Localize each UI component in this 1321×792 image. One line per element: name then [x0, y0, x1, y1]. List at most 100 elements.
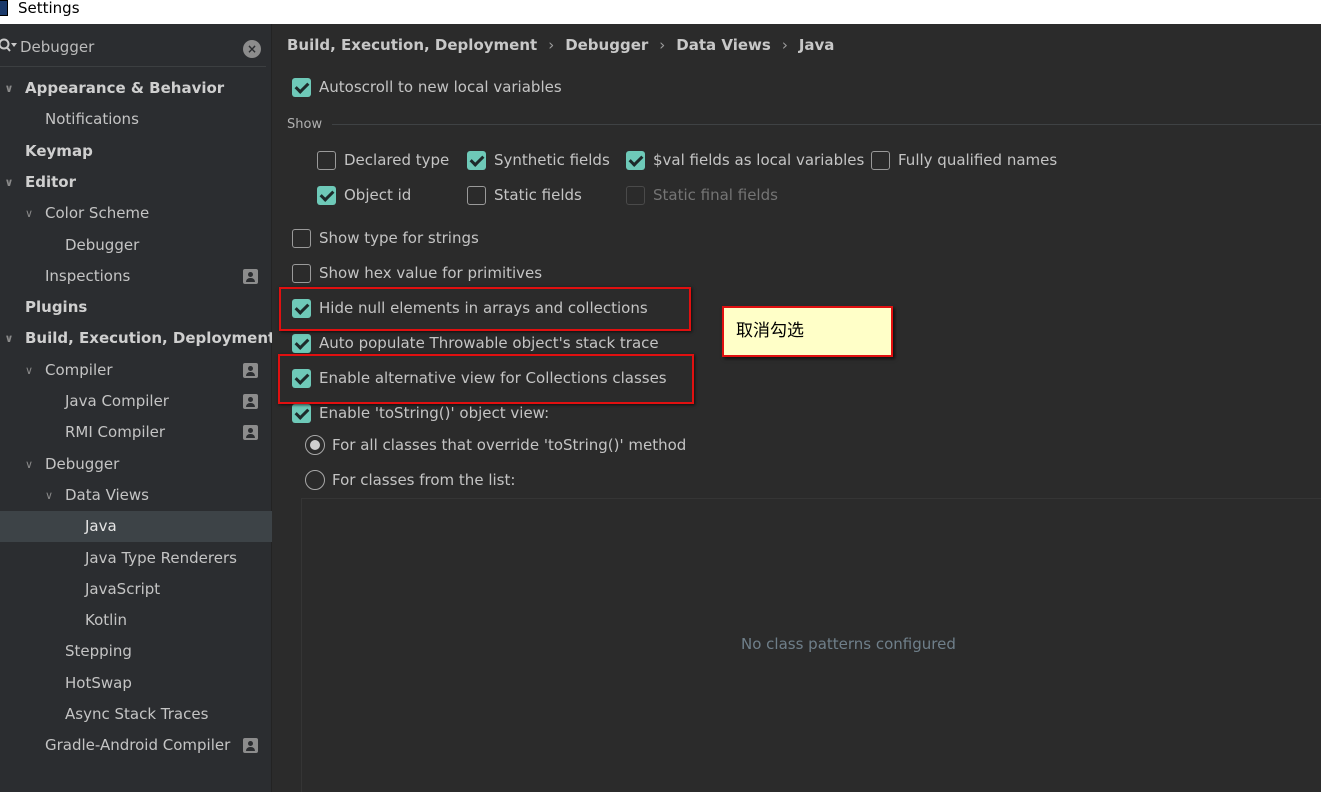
annotation-note: 取消勾选 — [722, 306, 893, 357]
sidebar-item-hotswap[interactable]: HotSwap — [0, 668, 272, 699]
chevron-down-icon[interactable]: ∨ — [2, 323, 16, 354]
breadcrumb-item[interactable]: Build, Execution, Deployment — [287, 36, 537, 54]
sidebar-item-keymap[interactable]: Keymap — [0, 136, 272, 167]
type-for-strings-checkbox[interactable] — [292, 229, 311, 248]
sidebar-item-label: Java Type Renderers — [85, 548, 237, 567]
sidebar-item-label: Gradle-Android Compiler — [45, 736, 231, 755]
auto-populate-checkbox[interactable] — [292, 334, 311, 353]
clear-search-icon[interactable]: × — [243, 40, 261, 58]
val-fields-checkbox[interactable] — [626, 151, 645, 170]
sidebar-item-java-type-renderers[interactable]: Java Type Renderers — [0, 543, 272, 574]
search-icon[interactable] — [0, 38, 18, 54]
chevron-down-icon[interactable]: ∨ — [2, 167, 16, 198]
sidebar-item-label: Async Stack Traces — [65, 705, 209, 723]
sidebar-item-label: Java — [85, 517, 117, 536]
class-patterns-empty-text: No class patterns configured — [741, 635, 956, 653]
project-profile-icon — [243, 738, 258, 754]
sidebar-item-rmi-compiler[interactable]: RMI Compiler — [0, 417, 272, 448]
chevron-down-icon[interactable]: ∨ — [42, 480, 56, 511]
sidebar-item-data-views[interactable]: ∨ Data Views — [0, 480, 272, 511]
settings-main-panel: Build, Execution, Deployment › Debugger › Da… — [272, 24, 1321, 792]
autoscroll-label: Autoscroll to new local variables — [319, 78, 562, 96]
fully-qualified-checkbox[interactable] — [871, 151, 890, 170]
sidebar-item-label: Debugger — [65, 235, 140, 254]
search-divider — [0, 66, 266, 67]
sidebar-item-compiler[interactable]: ∨ Compiler — [0, 355, 272, 386]
hex-value-checkbox[interactable] — [292, 264, 311, 283]
sidebar-item-label: RMI Compiler — [65, 423, 166, 442]
synthetic-fields-checkbox[interactable] — [467, 151, 486, 170]
annotation-box-hide-null — [279, 287, 691, 331]
sidebar-item-label: Color Scheme — [45, 204, 150, 223]
settings-sidebar: × ∨ Appearance & Behavior Notifications Key… — [0, 24, 276, 792]
auto-populate-label: Auto populate Throwable object's stack t… — [319, 334, 659, 352]
static-fields-label: Static fields — [494, 186, 582, 204]
chevron-down-icon[interactable]: ∨ — [2, 73, 16, 104]
sidebar-item-label: Debugger — [45, 454, 120, 473]
breadcrumb-item[interactable]: Data Views — [676, 36, 771, 54]
sidebar-item-color-scheme[interactable]: ∨ Color Scheme — [0, 198, 272, 229]
sidebar-item-label: Plugins — [25, 298, 88, 317]
sidebar-item-label: Inspections — [45, 266, 131, 285]
autoscroll-checkbox[interactable] — [292, 78, 311, 97]
chevron-down-icon[interactable]: ∨ — [22, 355, 36, 386]
sidebar-item-inspections[interactable]: Inspections — [0, 261, 272, 292]
project-profile-icon — [243, 362, 258, 378]
static-final-fields-checkbox — [626, 186, 645, 205]
declared-type-label: Declared type — [344, 151, 450, 169]
radio-list-classes-label: For classes from the list: — [332, 471, 516, 489]
app-icon — [0, 0, 8, 16]
sidebar-item-label: Compiler — [45, 360, 113, 379]
radio-all-classes[interactable] — [305, 435, 325, 455]
radio-all-classes-label: For all classes that override 'toString(… — [332, 436, 687, 454]
hex-value-label: Show hex value for primitives — [319, 264, 543, 282]
sidebar-item-async-stack-traces[interactable]: Async Stack Traces — [0, 699, 272, 730]
sidebar-item-label: Java Compiler — [65, 392, 169, 410]
static-final-fields-label: Static final fields — [653, 186, 778, 204]
sidebar-item-appearance-behavior[interactable]: ∨ Appearance & Behavior — [0, 73, 272, 104]
sidebar-item-label: Stepping — [65, 642, 132, 661]
sidebar-item-build-execution-deployment[interactable]: ∨ Build, Execution, Deployment — [0, 323, 276, 354]
sidebar-item-debugger[interactable]: Debugger — [0, 230, 272, 261]
sidebar-item-label: Data Views — [65, 485, 149, 504]
search-input[interactable] — [20, 37, 230, 57]
type-for-strings-label: Show type for strings — [319, 229, 479, 247]
project-profile-icon — [243, 268, 258, 284]
show-group-divider — [332, 124, 1321, 125]
sidebar-item-editor[interactable]: ∨ Editor — [0, 167, 272, 198]
sidebar-item-java[interactable]: Java — [0, 511, 272, 543]
radio-list-classes[interactable] — [305, 470, 325, 490]
class-patterns-list[interactable]: No class patterns configured — [301, 498, 1321, 792]
sidebar-item-notifications[interactable]: Notifications — [0, 104, 272, 135]
sidebar-item-debugger[interactable]: ∨ Debugger — [0, 449, 272, 480]
fully-qualified-label: Fully qualified names — [898, 151, 1058, 169]
project-profile-icon — [243, 425, 258, 441]
sidebar-item-label: Notifications — [45, 110, 139, 129]
chevron-right-icon: › — [781, 36, 788, 54]
val-fields-label: $val fields as local variables — [653, 151, 865, 169]
sidebar-item-plugins[interactable]: Plugins — [0, 292, 272, 323]
synthetic-fields-label: Synthetic fields — [494, 151, 610, 169]
chevron-down-icon[interactable]: ∨ — [22, 449, 36, 480]
breadcrumb-item: Java — [798, 36, 835, 54]
sidebar-item-label: JavaScript — [85, 579, 161, 598]
sidebar-item-java-compiler[interactable]: Java Compiler — [0, 386, 272, 417]
search-bar: × — [0, 24, 272, 66]
tostring-view-label: Enable 'toString()' object view: — [319, 404, 550, 422]
object-id-label: Object id — [344, 186, 412, 204]
sidebar-item-gradle-android-compiler[interactable]: Gradle-Android Compiler — [0, 730, 272, 761]
sidebar-item-label: Appearance & Behavior — [25, 79, 225, 97]
tostring-view-checkbox[interactable] — [292, 404, 311, 423]
sidebar-item-stepping[interactable]: Stepping — [0, 636, 272, 667]
static-fields-checkbox[interactable] — [467, 186, 486, 205]
declared-type-checkbox[interactable] — [317, 151, 336, 170]
annotation-box-alt-view — [278, 354, 694, 404]
object-id-checkbox[interactable] — [317, 186, 336, 205]
breadcrumb-item[interactable]: Debugger — [565, 36, 648, 54]
window-title: Settings — [18, 0, 80, 17]
sidebar-item-kotlin[interactable]: Kotlin — [0, 605, 272, 636]
sidebar-item-label: HotSwap — [65, 673, 132, 692]
project-profile-icon — [243, 394, 258, 409]
sidebar-item-javascript[interactable]: JavaScript — [0, 574, 272, 605]
chevron-down-icon[interactable]: ∨ — [22, 198, 36, 229]
